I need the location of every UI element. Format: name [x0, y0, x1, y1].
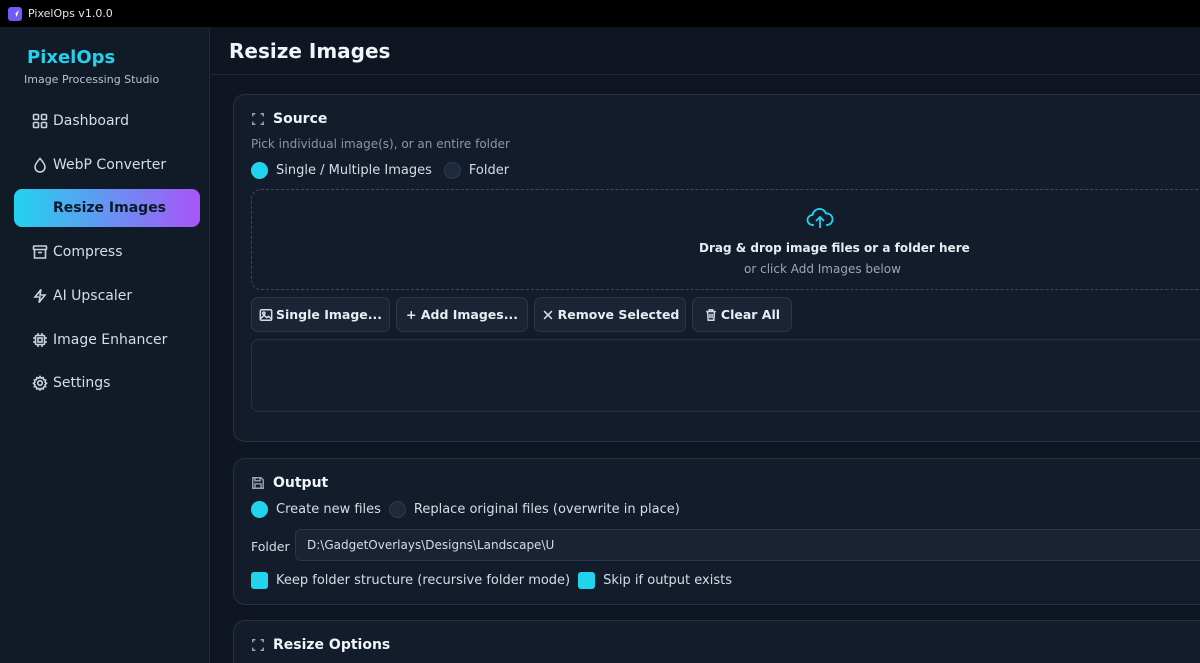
brand-subtitle: Image Processing Studio [24, 73, 160, 86]
skip-existing-checkbox[interactable] [578, 572, 596, 589]
radio-create-new-label: Create new files [276, 502, 381, 517]
sidebar-item-resize-images[interactable]: Resize Images [14, 189, 200, 227]
zap-icon [32, 288, 48, 304]
sidebar-item-label: WebP Converter [53, 157, 167, 173]
main-content: Resize Images Source Pick individual ima… [211, 27, 1200, 663]
source-mode-group: Single / Multiple Images Folder [251, 162, 517, 179]
chip-icon [32, 332, 48, 348]
add-images-button[interactable]: + Add Images... [396, 297, 528, 332]
window-titlebar: PixelOps v1.0.0 [0, 0, 1200, 27]
clear-all-button[interactable]: Clear All [692, 297, 792, 332]
source-card-header: Source [251, 111, 327, 127]
radio-single-multiple-label: Single / Multiple Images [276, 163, 432, 178]
radio-single-multiple[interactable] [251, 162, 268, 179]
sidebar-item-compress[interactable]: Compress [14, 233, 200, 271]
window-title: PixelOps v1.0.0 [28, 7, 113, 20]
drop-zone-subtitle: or click Add Images below [744, 262, 901, 276]
sidebar-item-settings[interactable]: Settings [14, 364, 200, 402]
grid-icon [32, 113, 48, 129]
source-card: Source Pick individual image(s), or an e… [233, 94, 1200, 442]
sidebar-item-label: AI Upscaler [53, 288, 133, 304]
source-description: Pick individual image(s), or an entire f… [251, 137, 510, 151]
remove-selected-button-label: Remove Selected [557, 307, 680, 322]
drop-zone-title: Drag & drop image files or a folder here [699, 241, 970, 255]
sidebar-item-label: Compress [53, 244, 123, 260]
radio-folder-label: Folder [468, 163, 510, 178]
save-icon [252, 477, 264, 489]
single-image-button[interactable]: Single Image... [251, 297, 390, 332]
image-icon [259, 308, 273, 321]
trash-icon [706, 308, 716, 321]
folder-label: Folder [251, 539, 290, 554]
page-title: Resize Images [229, 39, 391, 63]
cloud-upload-icon [806, 206, 834, 230]
sidebar-item-label: Dashboard [53, 113, 129, 129]
drop-zone[interactable]: Drag & drop image files or a folder here… [251, 189, 1200, 290]
output-options-group: Keep folder structure (recursive folder … [251, 572, 740, 589]
remove-selected-button[interactable]: Remove Selected [534, 297, 686, 332]
resize-options-title: Resize Options [273, 637, 391, 653]
file-list[interactable] [251, 339, 1200, 412]
output-card: Output Create new files Replace original… [233, 458, 1200, 605]
add-images-button-label: + Add Images... [406, 307, 518, 322]
keep-structure-checkbox[interactable] [251, 572, 268, 589]
sidebar-item-ai-upscaler[interactable]: AI Upscaler [14, 277, 200, 315]
sidebar-item-label: Resize Images [53, 200, 167, 216]
sidebar-item-label: Image Enhancer [53, 332, 168, 348]
sidebar-item-webp-converter[interactable]: WebP Converter [14, 146, 200, 184]
resize-options-card: Resize Options [233, 620, 1200, 663]
resize-options-header: Resize Options [251, 637, 390, 653]
archive-icon [32, 244, 48, 260]
output-folder-input[interactable]: D:\GadgetOverlays\Designs\Landscape\U [295, 529, 1200, 561]
output-mode-group: Create new files Replace original files … [251, 501, 688, 518]
radio-create-new[interactable] [251, 501, 268, 518]
resize-icon [32, 200, 48, 216]
close-icon [543, 310, 553, 319]
radio-replace-original[interactable] [388, 501, 406, 518]
output-folder-value: D:\GadgetOverlays\Designs\Landscape\U [307, 538, 555, 552]
resize-icon [252, 639, 264, 651]
sidebar-item-label: Settings [53, 375, 111, 391]
gear-icon [32, 375, 48, 391]
output-title: Output [273, 475, 329, 491]
skip-existing-label: Skip if output exists [603, 573, 732, 588]
brand-name: PixelOps [27, 47, 116, 68]
sidebar-item-dashboard[interactable]: Dashboard [14, 102, 200, 140]
page-header: Resize Images [211, 27, 1200, 75]
radio-folder[interactable] [443, 162, 461, 179]
droplet-icon [32, 157, 48, 173]
single-image-button-label: Single Image... [275, 307, 383, 322]
source-title: Source [273, 111, 328, 127]
sidebar-item-image-enhancer[interactable]: Image Enhancer [14, 321, 200, 359]
app-logo-icon [8, 6, 22, 21]
sidebar: PixelOps Image Processing Studio Dashboa… [0, 27, 210, 663]
resize-icon [252, 113, 264, 125]
output-card-header: Output [251, 475, 328, 491]
clear-all-button-label: Clear All [720, 307, 781, 322]
radio-replace-original-label: Replace original files (overwrite in pla… [413, 502, 680, 517]
keep-structure-label: Keep folder structure (recursive folder … [276, 573, 571, 588]
